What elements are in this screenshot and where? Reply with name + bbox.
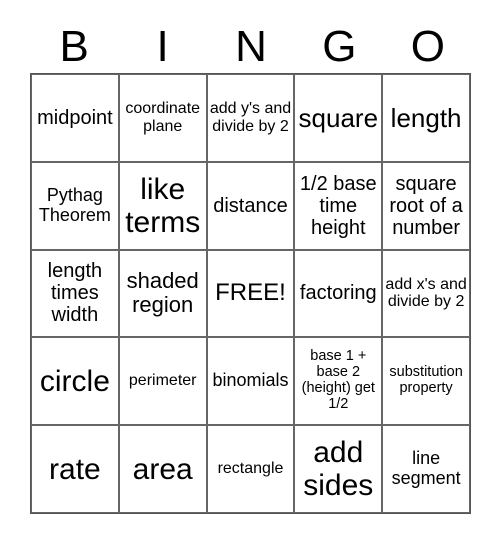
bingo-cell[interactable]: line segment	[382, 425, 470, 513]
free-space-cell[interactable]: FREE!	[206, 249, 295, 338]
bingo-grid: midpoint coordinate plane add y's and di…	[30, 73, 471, 514]
bingo-cell[interactable]: rate	[31, 425, 119, 513]
bingo-cell[interactable]: length times width	[31, 249, 119, 338]
header-letter-i: I	[156, 22, 169, 71]
bingo-cell[interactable]: square root of a number	[382, 161, 470, 250]
bingo-cell[interactable]: factoring	[294, 249, 383, 338]
bingo-cell[interactable]: length	[382, 74, 470, 162]
bingo-cell[interactable]: coordinate plane	[118, 74, 207, 162]
bingo-cell[interactable]: midpoint	[31, 74, 119, 162]
bingo-cell[interactable]: add x's and divide by 2	[382, 249, 470, 338]
bingo-cell[interactable]: substitution property	[382, 337, 470, 426]
bingo-cell[interactable]: Pythag Theorem	[31, 161, 119, 250]
header-letter-n: N	[235, 22, 267, 71]
bingo-cell[interactable]: distance	[206, 161, 295, 250]
bingo-cell[interactable]: add sides	[294, 425, 383, 513]
bingo-cell[interactable]: area	[118, 425, 207, 513]
bingo-cell[interactable]: binomials	[206, 337, 295, 426]
bingo-cell[interactable]: 1/2 base time height	[294, 161, 383, 250]
header-letter-o: O	[410, 22, 445, 71]
bingo-cell[interactable]: add y's and divide by 2	[206, 74, 295, 162]
bingo-cell[interactable]: shaded region	[118, 249, 207, 338]
bingo-cell[interactable]: rectangle	[206, 425, 295, 513]
bingo-cell[interactable]: like terms	[118, 161, 207, 250]
header-letter-b: B	[59, 22, 89, 71]
header-letter-g: G	[322, 22, 357, 71]
bingo-header: B I N G O	[30, 22, 472, 72]
bingo-cell[interactable]: square	[294, 74, 383, 162]
bingo-cell[interactable]: circle	[31, 337, 119, 426]
bingo-cell[interactable]: perimeter	[118, 337, 207, 426]
bingo-cell[interactable]: base 1 + base 2 (height) get 1/2	[294, 337, 383, 426]
